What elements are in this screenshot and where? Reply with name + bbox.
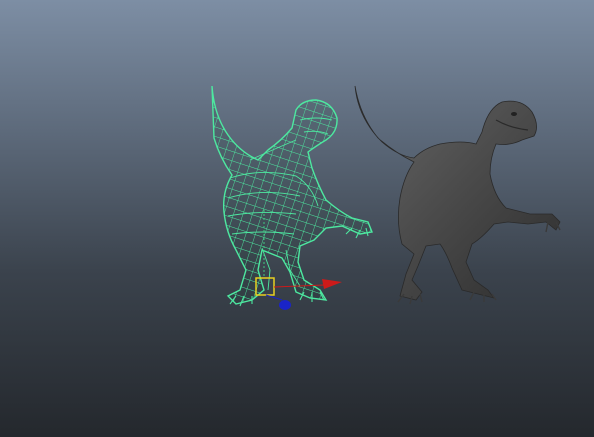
raptor-wireframe-model[interactable]	[200, 80, 380, 310]
z-axis-handle[interactable]	[279, 300, 291, 310]
viewport-3d[interactable]	[0, 0, 594, 437]
eye	[511, 112, 517, 116]
raptor-shaded-model[interactable]	[354, 85, 561, 305]
scene-canvas[interactable]	[0, 0, 594, 437]
x-axis-handle[interactable]	[322, 279, 342, 289]
